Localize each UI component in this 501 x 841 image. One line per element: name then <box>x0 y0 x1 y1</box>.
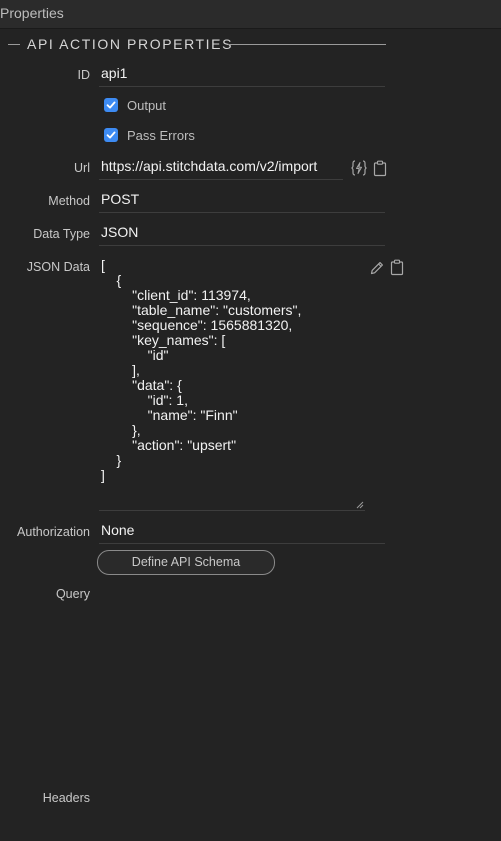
data-type-field[interactable]: JSON <box>99 222 385 246</box>
pass-errors-label: Pass Errors <box>127 128 195 143</box>
section-title: API ACTION PROPERTIES <box>27 36 234 52</box>
output-label: Output <box>127 98 167 113</box>
headers-label: Headers <box>42 791 90 805</box>
checkmark-icon <box>106 101 116 109</box>
define-api-schema-button[interactable]: Define API Schema <box>97 550 275 575</box>
section-divider-right <box>228 44 386 45</box>
authorization-field[interactable]: None <box>99 520 385 544</box>
clipboard-icon[interactable] <box>390 259 404 276</box>
json-data-textarea[interactable]: [ { "client_id": 113974, "table_name": "… <box>99 254 365 511</box>
clipboard-icon[interactable] <box>373 160 387 177</box>
section-header: API ACTION PROPERTIES <box>8 35 386 55</box>
json-data-label: JSON Data <box>26 260 90 274</box>
resize-handle-icon[interactable] <box>356 501 364 509</box>
pass-errors-checkbox[interactable] <box>104 128 118 142</box>
url-label: Url <box>74 161 90 175</box>
query-label: Query <box>55 587 90 601</box>
url-value: https://api.stitchdata.com/v2/import <box>101 158 318 174</box>
id-field[interactable]: api1 <box>99 63 385 87</box>
panel-title: Properties <box>0 5 64 21</box>
data-type-value: JSON <box>101 224 139 240</box>
id-label: ID <box>77 68 91 82</box>
pencil-icon[interactable] <box>369 260 385 276</box>
authorization-label: Authorization <box>17 525 90 539</box>
url-field[interactable]: https://api.stitchdata.com/v2/import <box>99 156 343 180</box>
data-type-label: Data Type <box>33 227 90 241</box>
method-label: Method <box>48 194 90 208</box>
checkmark-icon <box>106 131 116 139</box>
authorization-value: None <box>101 522 135 538</box>
json-data-value: [ { "client_id": 113974, "table_name": "… <box>101 257 302 483</box>
panel-titlebar: Properties <box>0 0 501 29</box>
output-checkbox[interactable] <box>104 98 118 112</box>
id-value: api1 <box>101 65 128 81</box>
section-divider-left <box>8 44 20 45</box>
method-field[interactable]: POST <box>99 189 385 213</box>
method-value: POST <box>101 191 140 207</box>
dynamic-data-icon[interactable] <box>350 159 368 177</box>
